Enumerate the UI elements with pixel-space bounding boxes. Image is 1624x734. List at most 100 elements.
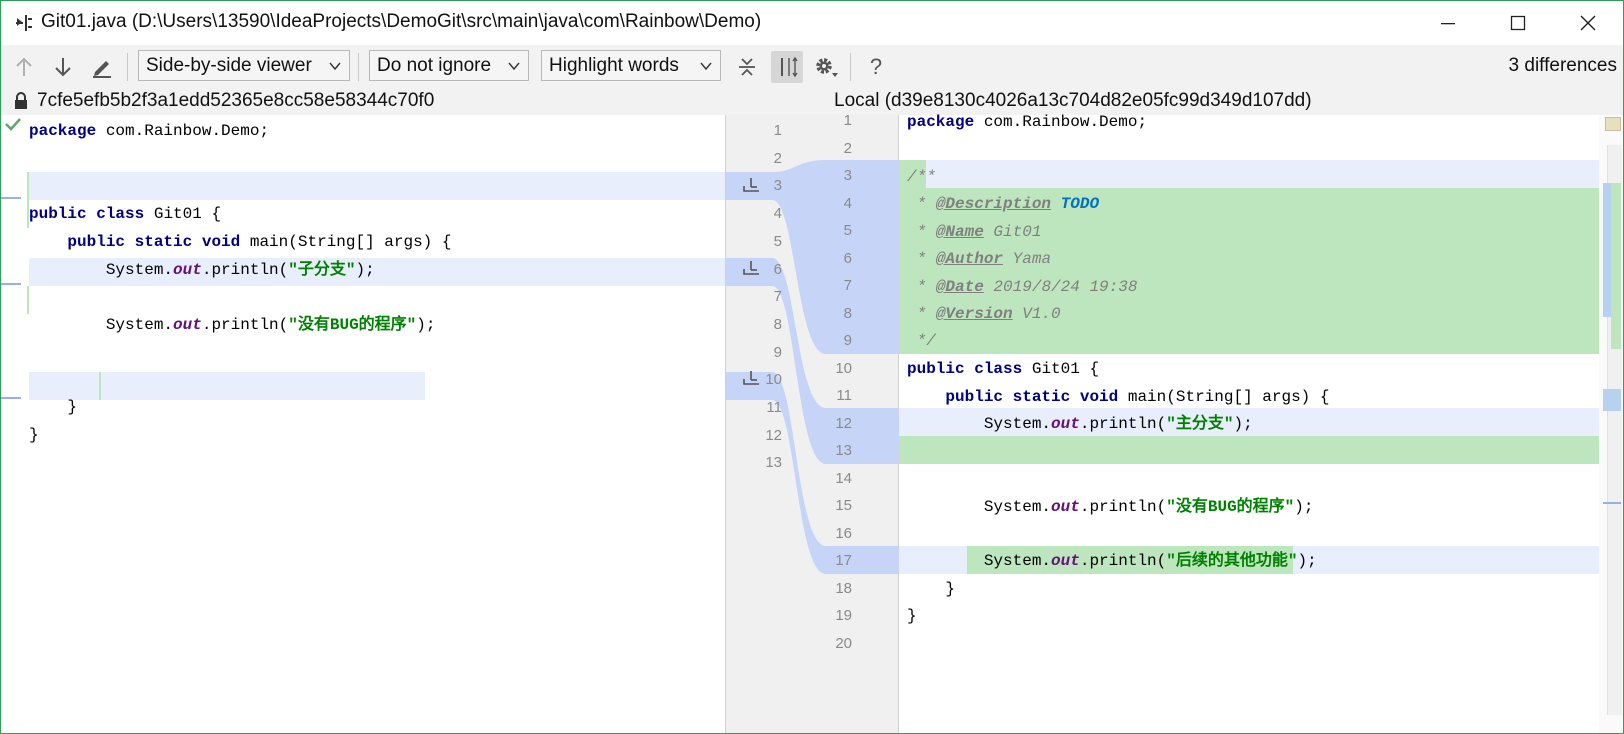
static-field: out — [173, 261, 202, 279]
help-button[interactable]: ? — [863, 54, 889, 80]
code-text: .println( — [201, 316, 289, 334]
keyword: public — [907, 360, 965, 378]
left-line-number: 2 — [773, 149, 782, 167]
static-field: out — [1051, 552, 1080, 570]
left-line-number: 1 — [773, 122, 782, 139]
right-line-number: 1 — [843, 112, 852, 129]
apply-change-icon[interactable] — [740, 257, 762, 279]
string-literal: "没有BUG的程序" — [288, 316, 417, 334]
code-line: * @Name Git01 — [907, 218, 1042, 246]
close-button[interactable] — [1553, 1, 1623, 45]
keyword: static — [134, 233, 193, 251]
edit-source-button[interactable] — [89, 54, 115, 80]
static-field: out — [1051, 415, 1080, 433]
javadoc-tag: @Description — [935, 195, 1052, 213]
code-text: .println( — [1079, 498, 1167, 516]
code-text: } — [29, 426, 39, 444]
code-line: /** — [907, 168, 936, 186]
code-line: */ — [907, 332, 936, 350]
right-line-number: 3 — [843, 167, 852, 184]
code-text: .println( — [1079, 552, 1167, 570]
next-difference-button[interactable] — [50, 54, 76, 80]
left-line-number: 11 — [766, 399, 782, 416]
code-line: public class Git01 { — [29, 200, 221, 228]
keyword: void — [1079, 388, 1119, 406]
code-line: * @Author Yama — [907, 245, 1051, 273]
code-line: package com.Rainbow.Demo; — [29, 117, 269, 145]
right-line-number: 16 — [835, 524, 852, 542]
javadoc-tag: @Author — [935, 250, 1004, 268]
keyword: public — [29, 205, 87, 223]
left-line-number: 4 — [773, 205, 782, 223]
viewer-mode-select[interactable]: Side-by-side viewer — [138, 50, 350, 81]
code-line: System.out.println("子分支"); — [29, 256, 375, 284]
right-code: package com.Rainbow.Demo; /** * @Descrip… — [907, 113, 1597, 733]
keyword: public — [67, 233, 126, 251]
right-line-number: 6 — [843, 249, 852, 267]
arrow-down-icon — [55, 58, 71, 77]
code-text: System. — [907, 415, 1052, 433]
javadoc-tag: @Name — [935, 223, 984, 241]
code-text: Yama — [1003, 250, 1052, 268]
maximize-button[interactable] — [1483, 1, 1553, 45]
right-line-number: 13 — [835, 442, 852, 459]
synchronize-scrolling-button[interactable] — [771, 51, 803, 83]
diff-app-icon — [16, 15, 32, 31]
code-text: ); — [355, 261, 375, 279]
code-text: System. — [29, 316, 174, 334]
sync-scroll-icon — [781, 56, 798, 78]
apply-change-icon[interactable] — [740, 174, 762, 196]
diff-gutter: 1 2 3 4 5 6 7 8 9 10 11 12 13 1 2 3 4 5 6 7 8 9 10 11 12 13 14 15 1… — [725, 112, 900, 733]
code-text: System. — [907, 498, 1052, 516]
code-line: System.out.println("后续的其他功能"); — [907, 547, 1317, 575]
code-text: Git01 { — [144, 205, 222, 223]
code-text: System. — [29, 261, 174, 279]
apply-change-icon[interactable] — [740, 367, 762, 389]
code-text: Git01 — [983, 223, 1042, 241]
left-revision-hash: 7cfe5efb5b2f3a1edd52365e8cc58e58344c70f0 — [37, 90, 435, 111]
minimize-icon — [1441, 23, 1455, 25]
ignore-whitespace-select[interactable]: Do not ignore — [369, 50, 529, 81]
right-editor[interactable]: package com.Rainbow.Demo; /** * @Descrip… — [899, 113, 1599, 733]
inspection-status-icon[interactable] — [1605, 117, 1621, 131]
code-text: * — [907, 278, 936, 296]
right-line-number: 12 — [835, 414, 852, 432]
left-line-number: 8 — [773, 315, 782, 333]
minimize-button[interactable] — [1413, 1, 1483, 45]
left-editor[interactable]: package com.Rainbow.Demo; public class G… — [1, 115, 725, 733]
previous-difference-button[interactable] — [11, 54, 37, 80]
code-text: ); — [1297, 552, 1317, 570]
code-line: public static void main(String[] args) { — [29, 228, 451, 256]
change-marker — [1, 197, 21, 199]
error-stripe[interactable] — [1599, 115, 1623, 733]
settings-button[interactable] — [813, 54, 839, 80]
viewer-mode-value: Side-by-side viewer — [146, 55, 312, 76]
code-text: .println( — [1079, 415, 1167, 433]
code-text: } — [907, 580, 956, 598]
collapse-unchanged-button[interactable] — [734, 54, 760, 80]
code-line: } — [907, 575, 955, 603]
toolbar-separator — [850, 53, 851, 81]
right-line-number: 7 — [843, 277, 852, 294]
right-line-number: 14 — [835, 469, 852, 487]
toolbar-separator — [358, 53, 359, 81]
left-line-number: 9 — [773, 343, 782, 361]
right-line-number: 20 — [835, 634, 852, 652]
chevron-down-icon — [700, 62, 712, 71]
highlight-mode-select[interactable]: Highlight words — [541, 50, 721, 81]
string-literal: "主分支" — [1166, 415, 1234, 433]
diff-window: Git01.java (D:\Users\13590\IdeaProjects\… — [0, 0, 1624, 734]
insert-stripe-marker — [1611, 183, 1621, 349]
code-line: } — [907, 602, 917, 630]
code-text: 2019/8/24 19:38 — [983, 278, 1138, 296]
javadoc-tag: @Version — [935, 305, 1013, 323]
left-line-number: 13 — [765, 454, 782, 472]
right-line-number: 11 — [836, 387, 852, 404]
